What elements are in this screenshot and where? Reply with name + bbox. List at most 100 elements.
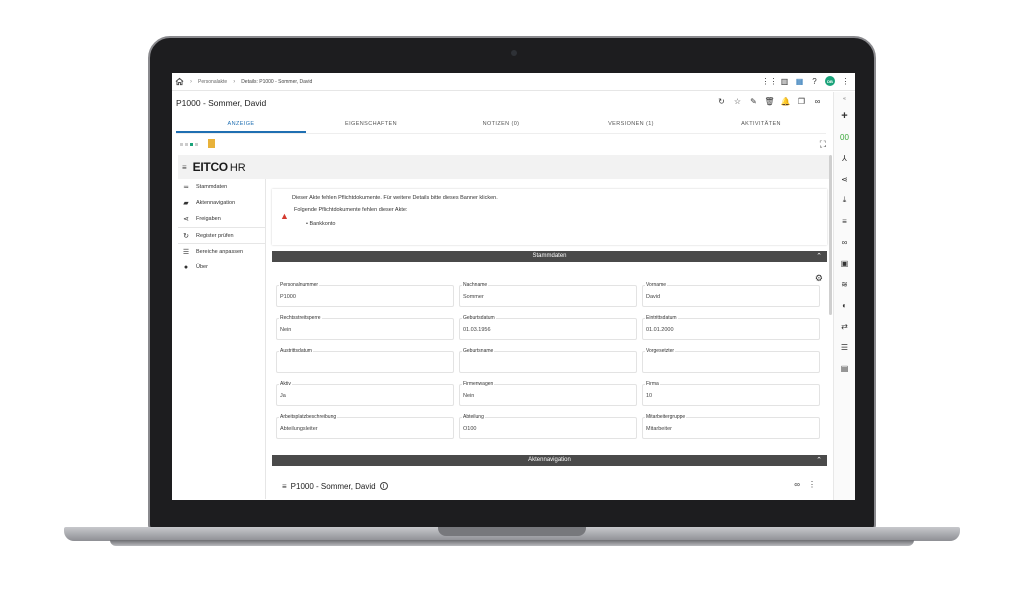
gift-icon[interactable]: ▦: [795, 77, 804, 86]
copy-icon[interactable]: ❐: [797, 97, 806, 106]
tab-notizen[interactable]: NOTIZEN (0): [436, 117, 566, 133]
file-actions: ∞ ⋮: [794, 480, 816, 489]
apps-grid-icon[interactable]: ⋮⋮: [762, 77, 778, 86]
menu-icon[interactable]: ≡: [178, 163, 187, 172]
field-abteilung[interactable]: Abteilung O100: [459, 414, 637, 439]
link-icon[interactable]: ∞: [813, 97, 822, 106]
contrast-icon[interactable]: ◐: [839, 298, 851, 312]
help-icon[interactable]: ?: [810, 77, 819, 86]
field-value: 01.03.1956: [463, 327, 491, 333]
tab-versionen[interactable]: VERSIONEN (1): [566, 117, 696, 133]
logo-text: EITCO: [192, 160, 228, 174]
sidebar-item-aktennavigation[interactable]: ▰ Aktennavigation: [178, 195, 265, 211]
stack-icon[interactable]: ≋: [839, 277, 851, 291]
document-icon[interactable]: [208, 139, 215, 148]
delete-icon[interactable]: 🗑: [764, 97, 774, 106]
field-rechtsstreitsperre[interactable]: Rechtsstreitsperre Nein: [276, 315, 454, 340]
banner-item: • Bankkonto: [306, 221, 336, 227]
link-icon[interactable]: ∞: [794, 480, 800, 489]
banner-item-label: Bankkonto: [309, 221, 336, 227]
missing-documents-banner[interactable]: ▲ Dieser Akte fehlen Pflichtdokumente. F…: [272, 189, 827, 245]
tab-aktivitaeten[interactable]: AKTIVITÄTEN: [696, 117, 826, 133]
field-label: Eintrittsdatum: [645, 315, 678, 321]
field-aktiv[interactable]: Aktiv Ja: [276, 381, 454, 406]
field-geburtsname[interactable]: Geburtsname: [459, 348, 637, 373]
info-icon[interactable]: i: [379, 482, 388, 490]
breadcrumb-item[interactable]: Personalakte: [198, 79, 227, 85]
field-geburtsdatum[interactable]: Geburtsdatum 01.03.1956: [459, 315, 637, 340]
field-vorname[interactable]: Vorname David: [642, 282, 820, 307]
sidebar-item-freigaben[interactable]: ⋖ Freigaben: [178, 211, 265, 227]
library-icon[interactable]: ▣: [839, 256, 851, 270]
warning-icon: ▲: [280, 211, 289, 221]
field-austrittsdatum[interactable]: Austrittsdatum: [276, 348, 454, 373]
page-dots: [180, 143, 198, 146]
add-icon[interactable]: +: [839, 109, 851, 123]
field-firma[interactable]: Firma 10: [642, 381, 820, 406]
field-vorgesetzter[interactable]: Vorgesetzter: [642, 348, 820, 373]
edit-icon[interactable]: ✎: [749, 97, 758, 106]
sidebar-item-ueber[interactable]: ● Über: [178, 259, 265, 275]
layout-icon[interactable]: ▥: [780, 77, 789, 86]
workflow-icon[interactable]: ⇄: [839, 319, 851, 333]
field-arbeitsplatzbeschreibung[interactable]: Arbeitsplatzbeschreibung Abteilungsleiter: [276, 414, 454, 439]
tab-eigenschaften[interactable]: EIGENSCHAFTEN: [306, 117, 436, 133]
pdf-icon[interactable]: ⅄: [839, 151, 851, 165]
link-icon[interactable]: ∞: [839, 235, 851, 249]
field-nachname[interactable]: Nachname Sommer: [459, 282, 637, 307]
list-icon: ☰: [182, 248, 190, 256]
sidebar-item-label: Stammdaten: [196, 184, 228, 190]
tab-anzeige[interactable]: ANZEIGE: [176, 117, 306, 133]
logo-sub: HR: [229, 162, 246, 174]
app-header: ≡ EITCO HR: [178, 155, 829, 179]
sidebar-item-register[interactable]: ↻ Register prüfen: [178, 227, 265, 243]
more-vertical-icon[interactable]: ⋮: [841, 77, 850, 86]
chevron-up-icon[interactable]: ⌃: [816, 251, 822, 262]
field-label: Mitarbeitergruppe: [645, 414, 687, 420]
section-stammdaten[interactable]: Stammdaten ⌃: [272, 251, 827, 262]
clipboard-icon[interactable]: ▤: [839, 361, 851, 375]
field-value: Nein: [280, 327, 292, 333]
sidebar-item-label: Über: [196, 264, 208, 270]
field-mitarbeitergruppe[interactable]: Mitarbeitergruppe Mitarbeiter: [642, 414, 820, 439]
section-title: Stammdaten: [532, 253, 567, 259]
share-icon[interactable]: ⋖: [839, 172, 851, 186]
bell-icon[interactable]: 🔔: [781, 97, 791, 106]
sidebar-item-stammdaten[interactable]: ≂ Stammdaten: [178, 179, 265, 195]
home-icon[interactable]: [175, 77, 184, 86]
field-label: Austrittsdatum: [279, 348, 313, 354]
field-value: P1000: [280, 294, 296, 300]
chevron-up-icon[interactable]: ⌃: [816, 455, 822, 466]
refresh-icon[interactable]: ↻: [717, 97, 726, 106]
laptop-mockup: › Personalakte › Details: P1000 - Sommer…: [0, 0, 1024, 589]
title-bar: P1000 - Sommer, David ↻ ☆ ✎ 🗑 🔔 ❐ ∞: [172, 92, 832, 114]
file-title: P1000 - Sommer, David: [290, 481, 376, 491]
scrollbar[interactable]: [829, 155, 832, 315]
field-eintrittsdatum[interactable]: Eintrittsdatum 01.01.2000: [642, 315, 820, 340]
right-toolbar: « + 00 ⅄ ⋖ ⤓ ≡ ∞ ▣ ≋ ◐ ⇄ ☰ ▤: [833, 92, 855, 500]
field-value: Ja: [280, 393, 286, 399]
info-icon: ●: [183, 263, 189, 271]
avatar[interactable]: DB: [825, 76, 835, 86]
fullscreen-icon[interactable]: ⛶: [820, 139, 826, 150]
gear-icon[interactable]: ⚙: [815, 273, 823, 284]
camera: [511, 50, 517, 56]
field-label: Geburtsname: [462, 348, 495, 354]
menu-icon[interactable]: ≡: [282, 482, 287, 491]
field-personalnummer[interactable]: Personalnummer P1000: [276, 282, 454, 307]
field-label: Firmenwagen: [462, 381, 495, 387]
star-icon[interactable]: ☆: [733, 97, 742, 106]
section-aktennavigation[interactable]: Aktennavigation ⌃: [272, 455, 827, 466]
more-vertical-icon[interactable]: ⋮: [808, 480, 816, 489]
list-icon[interactable]: ≡: [839, 214, 851, 228]
share-icon: ⋖: [183, 216, 189, 223]
field-label: Personalnummer: [279, 282, 320, 288]
checklist-icon[interactable]: ☰: [839, 340, 851, 354]
viewer-icon[interactable]: 00: [839, 130, 851, 144]
collapse-icon[interactable]: «: [843, 96, 846, 102]
field-firmenwagen[interactable]: Firmenwagen Nein: [459, 381, 637, 406]
field-value: Abteilungsleiter: [280, 426, 318, 432]
download-icon[interactable]: ⤓: [839, 193, 851, 207]
sidebar-item-bereiche[interactable]: ☰ Bereiche anpassen: [178, 243, 265, 259]
page-title: P1000 - Sommer, David: [176, 98, 267, 108]
